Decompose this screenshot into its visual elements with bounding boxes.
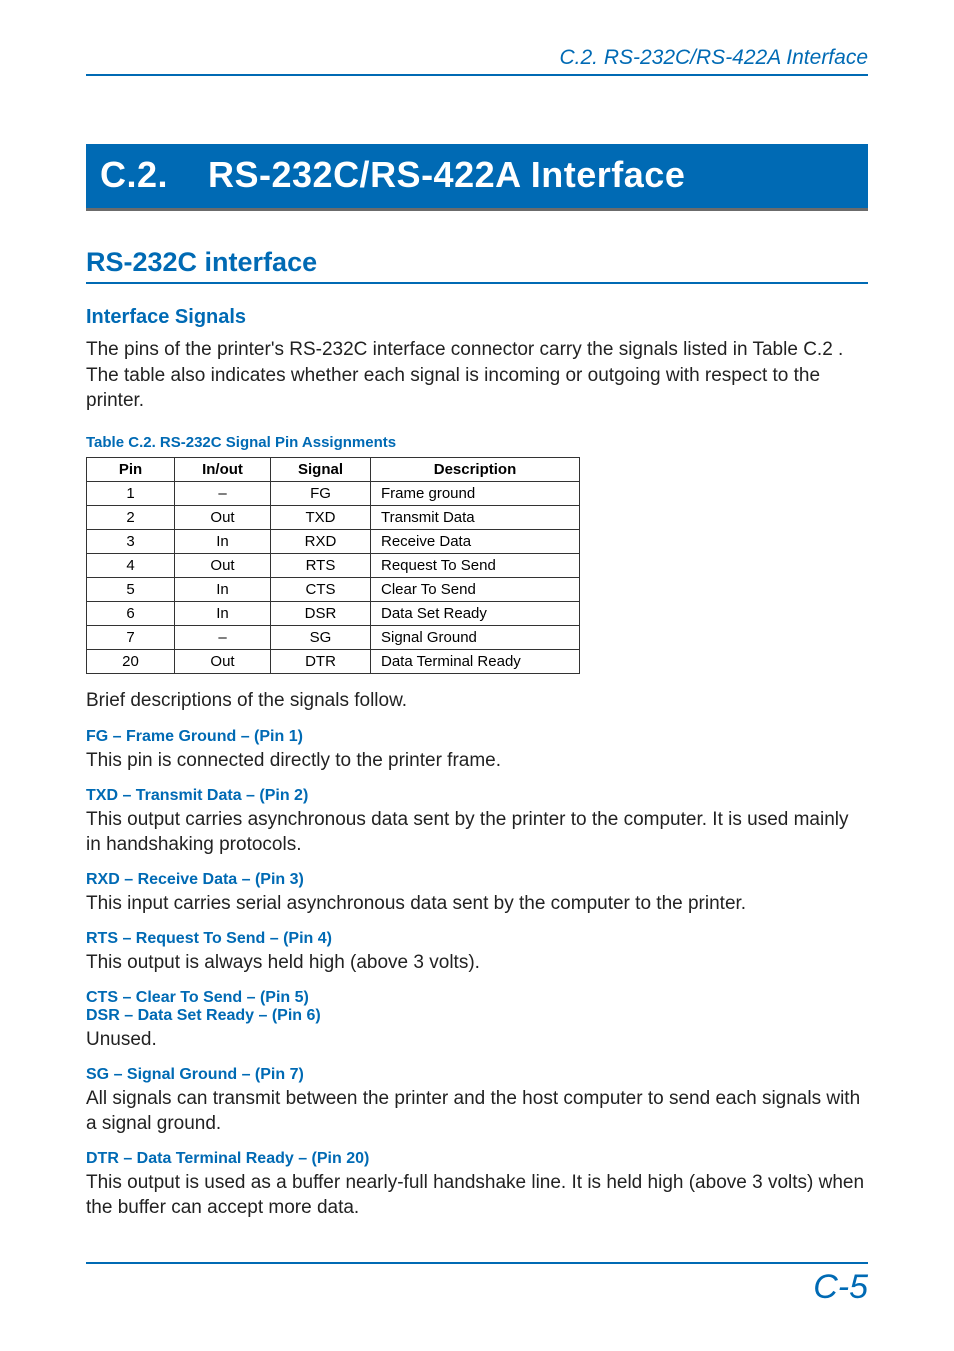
cell-signal: DSR bbox=[271, 601, 371, 625]
signal-heading: FG – Frame Ground – (Pin 1) bbox=[86, 728, 868, 746]
col-inout: In/out bbox=[175, 457, 271, 481]
intro-paragraph: The pins of the printer's RS-232C interf… bbox=[86, 337, 868, 414]
cell-desc: Transmit Data bbox=[371, 505, 580, 529]
subsection-heading: RS-232C interface bbox=[86, 247, 868, 284]
cell-inout: Out bbox=[175, 649, 271, 673]
table-row: 4OutRTSRequest To Send bbox=[87, 553, 580, 577]
cell-signal: CTS bbox=[271, 577, 371, 601]
cell-pin: 4 bbox=[87, 553, 175, 577]
signal-description: This output carries asynchronous data se… bbox=[86, 807, 868, 857]
cell-pin: 6 bbox=[87, 601, 175, 625]
section-number: C.2. bbox=[100, 154, 208, 196]
cell-pin: 20 bbox=[87, 649, 175, 673]
cell-desc: Data Set Ready bbox=[371, 601, 580, 625]
cell-pin: 2 bbox=[87, 505, 175, 529]
signal-heading: RTS – Request To Send – (Pin 4) bbox=[86, 930, 868, 948]
section-title: RS-232C/RS-422A Interface bbox=[208, 154, 685, 195]
col-desc: Description bbox=[371, 457, 580, 481]
table-row: 1–FGFrame ground bbox=[87, 481, 580, 505]
cell-inout: Out bbox=[175, 505, 271, 529]
subsubsection-heading: Interface Signals bbox=[86, 306, 868, 329]
signal-heading: RXD – Receive Data – (Pin 3) bbox=[86, 871, 868, 889]
signal-heading: CTS – Clear To Send – (Pin 5)DSR – Data … bbox=[86, 989, 868, 1025]
table-row: 2OutTXDTransmit Data bbox=[87, 505, 580, 529]
cell-pin: 5 bbox=[87, 577, 175, 601]
table-row: 3InRXDReceive Data bbox=[87, 529, 580, 553]
cell-desc: Clear To Send bbox=[371, 577, 580, 601]
signal-pin-table: Pin In/out Signal Description 1–FGFrame … bbox=[86, 457, 580, 674]
cell-signal: SG bbox=[271, 625, 371, 649]
signal-heading: DTR – Data Terminal Ready – (Pin 20) bbox=[86, 1150, 868, 1168]
cell-pin: 7 bbox=[87, 625, 175, 649]
signal-heading: SG – Signal Ground – (Pin 7) bbox=[86, 1066, 868, 1084]
table-row: 7–SGSignal Ground bbox=[87, 625, 580, 649]
signal-description: Unused. bbox=[86, 1027, 868, 1052]
cell-pin: 1 bbox=[87, 481, 175, 505]
cell-desc: Frame ground bbox=[371, 481, 580, 505]
post-table-text: Brief descriptions of the signals follow… bbox=[86, 688, 868, 714]
table-header-row: Pin In/out Signal Description bbox=[87, 457, 580, 481]
section-heading: C.2.RS-232C/RS-422A Interface bbox=[86, 144, 868, 211]
running-header: C.2. RS-232C/RS-422A Interface bbox=[86, 46, 868, 76]
cell-signal: DTR bbox=[271, 649, 371, 673]
page-number: C-5 bbox=[813, 1268, 868, 1306]
table-row: 5InCTSClear To Send bbox=[87, 577, 580, 601]
cell-signal: RTS bbox=[271, 553, 371, 577]
cell-signal: FG bbox=[271, 481, 371, 505]
signal-description: This output is used as a buffer nearly-f… bbox=[86, 1170, 868, 1220]
table-row: 20OutDTRData Terminal Ready bbox=[87, 649, 580, 673]
table-caption: Table C.2. RS-232C Signal Pin Assignment… bbox=[86, 434, 868, 451]
col-signal: Signal bbox=[271, 457, 371, 481]
signal-description: This input carries serial asynchronous d… bbox=[86, 891, 868, 916]
cell-inout: In bbox=[175, 529, 271, 553]
cell-pin: 3 bbox=[87, 529, 175, 553]
table-row: 6InDSRData Set Ready bbox=[87, 601, 580, 625]
cell-inout: – bbox=[175, 625, 271, 649]
signal-description: All signals can transmit between the pri… bbox=[86, 1086, 868, 1136]
cell-desc: Request To Send bbox=[371, 553, 580, 577]
page-footer: C-5 bbox=[86, 1262, 868, 1307]
cell-signal: TXD bbox=[271, 505, 371, 529]
col-pin: Pin bbox=[87, 457, 175, 481]
cell-inout: Out bbox=[175, 553, 271, 577]
cell-desc: Data Terminal Ready bbox=[371, 649, 580, 673]
cell-inout: In bbox=[175, 577, 271, 601]
cell-desc: Receive Data bbox=[371, 529, 580, 553]
cell-desc: Signal Ground bbox=[371, 625, 580, 649]
cell-signal: RXD bbox=[271, 529, 371, 553]
signal-heading: TXD – Transmit Data – (Pin 2) bbox=[86, 787, 868, 805]
cell-inout: In bbox=[175, 601, 271, 625]
signal-description: This pin is connected directly to the pr… bbox=[86, 748, 868, 773]
signal-description: This output is always held high (above 3… bbox=[86, 950, 868, 975]
cell-inout: – bbox=[175, 481, 271, 505]
